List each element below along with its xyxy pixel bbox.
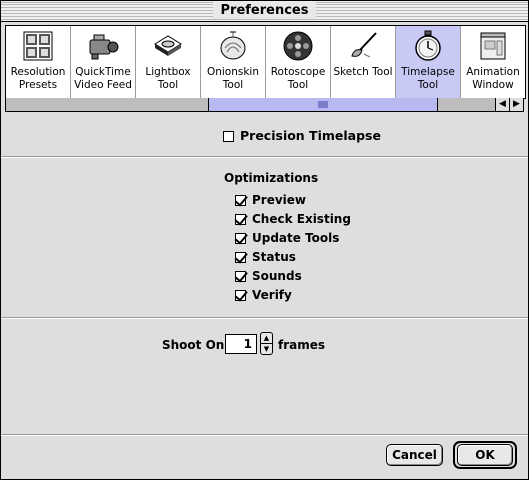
tool-label-line1: Resolution <box>10 66 66 78</box>
tool-sketch[interactable]: Sketch Tool <box>331 26 396 98</box>
tool-lightbox[interactable]: Lightbox Tool <box>136 26 201 98</box>
status-label[interactable]: Status <box>252 250 296 264</box>
tool-label-line2: Tool <box>417 79 439 91</box>
status-checkbox[interactable] <box>235 252 246 263</box>
sounds-label[interactable]: Sounds <box>252 269 302 283</box>
scrollbar-thumb[interactable] <box>208 98 438 111</box>
tool-label-line2: Tool <box>157 79 179 91</box>
grip-icon <box>318 101 328 108</box>
divider <box>1 156 528 158</box>
tool-animation-window[interactable]: Animation Window <box>461 26 525 98</box>
ok-button[interactable]: OK <box>457 444 513 466</box>
tool-label-line1: QuickTime <box>75 66 131 78</box>
optimizations-heading: Optimizations <box>224 171 319 185</box>
video-camera-icon <box>89 34 119 60</box>
onion-icon <box>220 31 246 60</box>
window-icon <box>480 32 506 60</box>
tool-label-line1: Animation <box>466 66 520 78</box>
tool-label-line2: Tool <box>287 79 309 91</box>
stepper-down-arrow-icon[interactable]: ▼ <box>261 344 272 354</box>
preview-label[interactable]: Preview <box>252 193 306 207</box>
sounds-checkbox[interactable] <box>235 271 246 282</box>
scroll-left-arrow-icon[interactable]: ◀ <box>495 98 509 111</box>
shoot-on-label: Shoot On: <box>162 338 230 352</box>
divider <box>1 317 528 319</box>
shoot-on-frames-input[interactable]: 1 <box>225 334 257 354</box>
verify-checkbox[interactable] <box>235 290 246 301</box>
divider <box>1 434 528 436</box>
update-tools-checkbox[interactable] <box>235 233 246 244</box>
preview-checkbox[interactable] <box>235 195 246 206</box>
cancel-button[interactable]: Cancel <box>386 444 443 466</box>
tool-label-line2: Tool <box>222 79 244 91</box>
tool-label-line2: Video Feed <box>74 79 132 91</box>
stopwatch-icon <box>415 30 441 61</box>
resolution-presets-icon <box>23 31 53 61</box>
scroll-right-arrow-icon[interactable]: ▶ <box>509 98 523 111</box>
tool-label-line1: Sketch Tool <box>333 66 393 78</box>
tool-quicktime-video-feed[interactable]: QuickTime Video Feed <box>71 26 136 98</box>
tool-label-line1: Timelapse <box>401 66 455 78</box>
check-existing-label[interactable]: Check Existing <box>252 212 351 226</box>
lightbox-icon <box>154 35 182 56</box>
window-title: Preferences <box>212 2 317 19</box>
title-bar[interactable]: Preferences <box>1 1 528 22</box>
verify-label[interactable]: Verify <box>252 288 292 302</box>
tool-onionskin[interactable]: Onionskin Tool <box>201 26 266 98</box>
tool-rotoscope[interactable]: Rotoscope Tool <box>266 26 331 98</box>
stepper-up-arrow-icon[interactable]: ▲ <box>261 333 272 344</box>
tool-timelapse[interactable]: Timelapse Tool <box>396 26 461 98</box>
precision-timelapse-checkbox[interactable] <box>223 131 234 142</box>
tool-label-line1: Onionskin <box>206 66 260 78</box>
precision-timelapse-label[interactable]: Precision Timelapse <box>240 129 381 143</box>
frames-unit-label: frames <box>278 338 326 352</box>
frames-stepper[interactable]: ▲ ▼ <box>260 332 273 355</box>
brush-icon <box>351 32 377 58</box>
tool-toolbar: Resolution Presets QuickTime Video Feed <box>5 25 526 99</box>
tool-label-line1: Lightbox <box>145 66 191 78</box>
preferences-window: Preferences Resolution Presets QuickTime… <box>0 0 529 480</box>
tool-label-line1: Rotoscope <box>270 66 326 78</box>
tool-label-line2: Presets <box>18 79 58 91</box>
toolbar-scrollbar[interactable]: ◀ ▶ <box>5 98 524 112</box>
update-tools-label[interactable]: Update Tools <box>252 231 339 245</box>
film-reel-icon <box>283 31 313 61</box>
tool-label-line2: Window <box>472 79 514 91</box>
check-existing-checkbox[interactable] <box>235 214 246 225</box>
tool-resolution-presets[interactable]: Resolution Presets <box>6 26 71 98</box>
